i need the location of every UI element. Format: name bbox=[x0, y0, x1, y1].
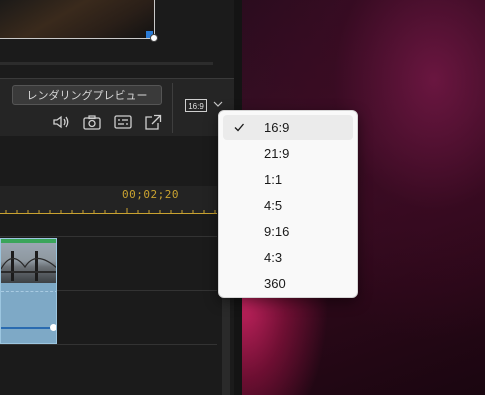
preview-controls: レンダリングプレビュー 16:9 bbox=[0, 78, 234, 138]
video-editor-panel: レンダリングプレビュー 16:9 00;02;20 bbox=[0, 0, 234, 395]
camera-icon[interactable] bbox=[82, 113, 102, 131]
preview-frame[interactable] bbox=[0, 0, 155, 39]
menu-item-label: 9:16 bbox=[264, 224, 290, 239]
external-icon[interactable] bbox=[143, 113, 163, 131]
menu-item-4-3[interactable]: 4:3 bbox=[223, 245, 353, 270]
menu-item-9-16[interactable]: 9:16 bbox=[223, 219, 353, 244]
menu-item-label: 4:5 bbox=[264, 198, 283, 213]
menu-item-16-9[interactable]: 16:9 bbox=[223, 115, 353, 140]
divider bbox=[172, 83, 173, 133]
clip-divider bbox=[1, 291, 56, 292]
chevron-down-icon bbox=[213, 101, 223, 107]
menu-item-label: 21:9 bbox=[264, 146, 290, 161]
track-divider bbox=[0, 236, 217, 237]
clip-thumbnail bbox=[1, 243, 56, 283]
timecode-label: 00;02;20 bbox=[122, 188, 179, 201]
menu-item-4-5[interactable]: 4:5 bbox=[223, 193, 353, 218]
resize-handle-dot[interactable] bbox=[150, 34, 158, 42]
subtitles-icon[interactable] bbox=[113, 113, 133, 131]
preview-scrub-bar[interactable] bbox=[0, 62, 213, 65]
menu-item-label: 16:9 bbox=[264, 120, 290, 135]
menu-item-360[interactable]: 360 bbox=[223, 271, 353, 296]
timeline-header bbox=[0, 136, 234, 186]
bridge-thumbnail-icon bbox=[1, 251, 56, 281]
video-clip[interactable] bbox=[0, 238, 57, 344]
aspect-ratio-badge: 16:9 bbox=[185, 99, 207, 112]
volume-line[interactable] bbox=[1, 327, 51, 329]
volume-keyframe[interactable] bbox=[50, 324, 56, 331]
menu-item-1-1[interactable]: 1:1 bbox=[223, 167, 353, 192]
checkmark-icon bbox=[234, 123, 244, 132]
track-divider bbox=[0, 344, 217, 345]
menu-item-label: 360 bbox=[264, 276, 286, 291]
speaker-icon[interactable] bbox=[51, 113, 71, 131]
timeline-ruler[interactable]: 00;02;20 bbox=[0, 186, 217, 214]
menu-item-label: 1:1 bbox=[264, 172, 283, 187]
aspect-ratio-menu: 16:9 21:9 1:1 4:5 9:16 4:3 360 bbox=[218, 110, 358, 298]
render-preview-button[interactable]: レンダリングプレビュー bbox=[12, 85, 162, 105]
menu-item-label: 4:3 bbox=[264, 250, 283, 265]
menu-item-21-9[interactable]: 21:9 bbox=[223, 141, 353, 166]
